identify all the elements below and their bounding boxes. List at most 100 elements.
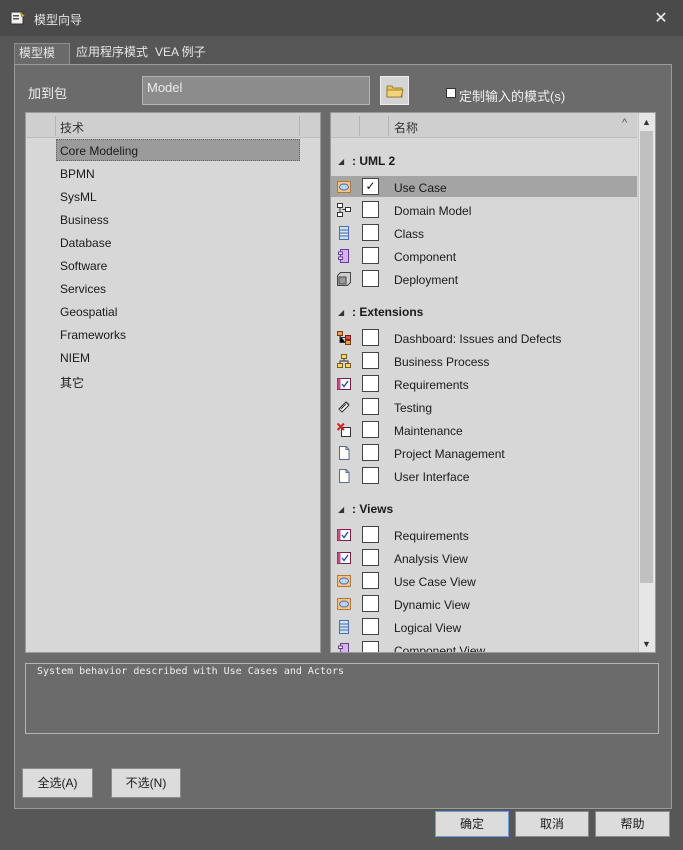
- browse-package-button[interactable]: [380, 76, 409, 105]
- requirements-checkbox[interactable]: [362, 375, 379, 392]
- group-header-uml2[interactable]: : UML 2: [352, 154, 395, 168]
- type-item-dynamic-view[interactable]: Dynamic View: [394, 598, 470, 612]
- tab-vea-examples[interactable]: VEA 例子: [151, 43, 210, 62]
- ok-button[interactable]: 确定: [435, 811, 509, 837]
- technology-item[interactable]: NIEM: [60, 351, 90, 365]
- type-item-maintenance[interactable]: Maintenance: [394, 424, 463, 438]
- custom-pattern-label: 定制输入的模式(s): [459, 89, 566, 104]
- scroll-up-button[interactable]: ▲: [639, 114, 654, 130]
- class-icon: [337, 620, 351, 634]
- collapse-icon[interactable]: ◢: [338, 505, 344, 514]
- analysis-view-checkbox[interactable]: [362, 549, 379, 566]
- clipped-row: Component View: [331, 641, 637, 652]
- tab-model-pattern[interactable]: 模型模式: [14, 43, 70, 79]
- technology-item[interactable]: Database: [60, 236, 111, 250]
- dashboard-icon: [337, 331, 351, 345]
- group-header-extensions[interactable]: : Extensions: [352, 305, 423, 319]
- title-bar: [0, 0, 683, 36]
- document-icon: [337, 446, 351, 460]
- technology-item[interactable]: 其它: [60, 374, 84, 391]
- testing-icon: [337, 400, 351, 414]
- wizard-icon: [10, 10, 26, 26]
- component-icon: [337, 249, 351, 263]
- use-case-icon: [337, 574, 351, 588]
- class-checkbox[interactable]: [362, 224, 379, 241]
- column-divider: [359, 116, 360, 136]
- component-checkbox[interactable]: [362, 247, 379, 264]
- type-item-deployment[interactable]: Deployment: [394, 273, 458, 287]
- type-item-use-case-view[interactable]: Use Case View: [394, 575, 476, 589]
- column-divider: [299, 116, 300, 136]
- use-case-view-checkbox[interactable]: [362, 572, 379, 589]
- business-process-icon: [337, 354, 351, 368]
- model-type-list-header: [331, 113, 637, 138]
- folder-icon: [386, 85, 404, 98]
- select-all-button[interactable]: 全选(A): [22, 768, 93, 798]
- window-title: 模型向导: [34, 13, 83, 27]
- group-header-views[interactable]: : Views: [352, 502, 393, 516]
- type-item-analysis-view[interactable]: Analysis View: [394, 552, 468, 566]
- tab-application-pattern[interactable]: 应用程序模式: [72, 43, 152, 62]
- technology-item[interactable]: BPMN: [60, 167, 95, 181]
- custom-pattern-checkbox[interactable]: [446, 88, 456, 98]
- dynamic-view-checkbox[interactable]: [362, 595, 379, 612]
- requirements-view-checkbox[interactable]: [362, 526, 379, 543]
- scrollbar-thumb[interactable]: [640, 131, 653, 583]
- type-item-project-management[interactable]: Project Management: [394, 447, 505, 461]
- type-item-requirements[interactable]: Requirements: [394, 378, 469, 392]
- type-item-requirements-view[interactable]: Requirements: [394, 529, 469, 543]
- type-item-testing[interactable]: Testing: [394, 401, 432, 415]
- maintenance-checkbox[interactable]: [362, 421, 379, 438]
- user-interface-checkbox[interactable]: [362, 467, 379, 484]
- type-item-use-case[interactable]: Use Case: [394, 181, 447, 195]
- help-button[interactable]: 帮助: [595, 811, 670, 837]
- domain-model-icon: [337, 203, 351, 217]
- type-item-component[interactable]: Component: [394, 250, 456, 264]
- requirements-icon: [337, 551, 351, 565]
- type-item-logical-view[interactable]: Logical View: [394, 621, 461, 635]
- technology-item[interactable]: Business: [60, 213, 109, 227]
- technology-item[interactable]: Geospatial: [60, 305, 117, 319]
- deployment-checkbox[interactable]: [362, 270, 379, 287]
- type-item-user-interface[interactable]: User Interface: [394, 470, 469, 484]
- column-divider: [55, 116, 56, 136]
- component-icon: [337, 643, 351, 652]
- cancel-button[interactable]: 取消: [515, 811, 589, 837]
- scroll-down-button[interactable]: ▼: [639, 636, 654, 652]
- collapse-icon[interactable]: ◢: [338, 308, 344, 317]
- use-case-checkbox[interactable]: ✓: [362, 178, 379, 195]
- select-none-button[interactable]: 不选(N): [111, 768, 181, 798]
- package-field[interactable]: Model: [142, 76, 370, 105]
- document-icon: [337, 469, 351, 483]
- type-item-business-process[interactable]: Business Process: [394, 355, 489, 369]
- name-column-header[interactable]: 名称: [394, 119, 418, 136]
- class-icon: [337, 226, 351, 240]
- sort-ascending-icon[interactable]: ^: [622, 117, 627, 129]
- technology-item[interactable]: Frameworks: [60, 328, 126, 342]
- requirements-icon: [337, 377, 351, 391]
- type-item-domain-model[interactable]: Domain Model: [394, 204, 471, 218]
- technology-item[interactable]: SysML: [60, 190, 97, 204]
- technology-column-header[interactable]: 技术: [60, 119, 84, 136]
- dashboard-checkbox[interactable]: [362, 329, 379, 346]
- description-text: System behavior described with Use Cases…: [37, 666, 345, 677]
- technology-item[interactable]: Services: [60, 282, 106, 296]
- deployment-icon: [337, 272, 351, 286]
- technology-item[interactable]: Software: [60, 259, 107, 273]
- type-item-class[interactable]: Class: [394, 227, 424, 241]
- maintenance-icon: [336, 422, 351, 437]
- column-divider: [388, 116, 389, 136]
- use-case-icon: [337, 180, 351, 194]
- domain-model-checkbox[interactable]: [362, 201, 379, 218]
- package-label: 加到包: [28, 86, 68, 101]
- technology-item[interactable]: Core Modeling: [60, 144, 138, 158]
- type-item-component-view[interactable]: Component View: [394, 644, 485, 652]
- logical-view-checkbox[interactable]: [362, 618, 379, 635]
- project-management-checkbox[interactable]: [362, 444, 379, 461]
- testing-checkbox[interactable]: [362, 398, 379, 415]
- collapse-icon[interactable]: ◢: [338, 157, 344, 166]
- business-process-checkbox[interactable]: [362, 352, 379, 369]
- component-view-checkbox[interactable]: [362, 641, 379, 652]
- close-button[interactable]: ✕: [650, 8, 672, 30]
- type-item-dashboard[interactable]: Dashboard: Issues and Defects: [394, 332, 561, 346]
